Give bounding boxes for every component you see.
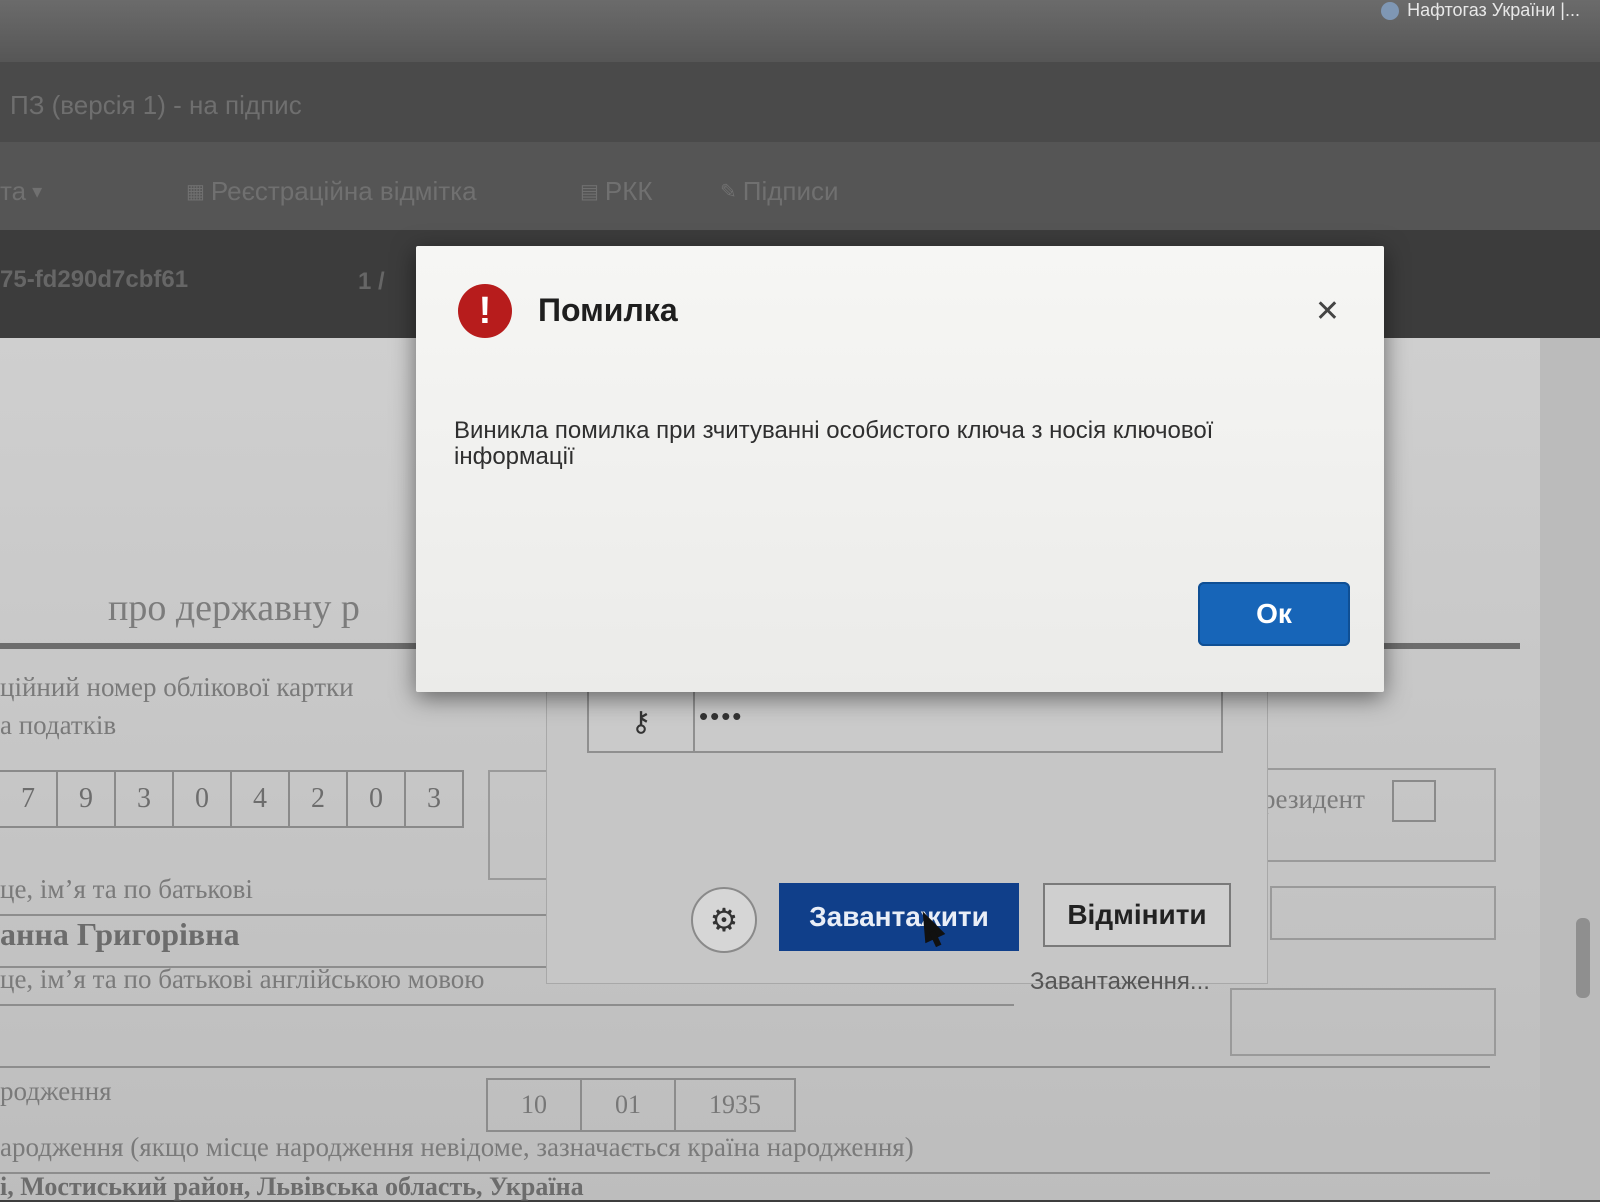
- full-name-value: анна Григорівна: [0, 916, 240, 952]
- toolbar-item-registration-mark[interactable]: ▦ Реєстраційна відмітка: [186, 176, 477, 207]
- error-message: Виникла помилка при зчитуванні особистог…: [454, 417, 1214, 470]
- document-id: 75-fd290d7cbf61: [0, 266, 189, 293]
- birth-year: 1935: [674, 1078, 796, 1132]
- tax-number-digits: 7 9 3 0 4 2 0 3: [0, 770, 464, 828]
- dialog-title: Помилка: [538, 292, 678, 328]
- app-titlebar: ПЗ (версія 1) - на підпис: [0, 62, 1600, 142]
- toolbar-item-0[interactable]: та ▾: [0, 176, 42, 207]
- toolbar-item-label: Підписи: [742, 176, 839, 206]
- toolbar-item-label: РКК: [604, 176, 653, 206]
- tax-digit: 3: [404, 770, 464, 828]
- toolbar-item-signatures[interactable]: ✎ Підписи: [720, 176, 839, 207]
- signature-icon: ✎: [720, 181, 737, 203]
- page-indicator: 1 /: [358, 268, 385, 295]
- ok-button[interactable]: Ок: [1198, 582, 1350, 646]
- toolbar-item-label: Реєстраційна відмітка: [210, 176, 477, 206]
- bookmark-label: Нафтогаз України |...: [1407, 0, 1580, 20]
- form-box: [488, 770, 552, 880]
- load-button[interactable]: Завантажити: [779, 883, 1019, 951]
- birth-day: 10: [486, 1078, 582, 1132]
- birthplace-value: і, Мостиський район, Львівська область, …: [0, 1172, 584, 1201]
- cancel-button[interactable]: Відмінити: [1043, 883, 1231, 947]
- tax-digit: 7: [0, 770, 58, 828]
- document-title: про державну р: [108, 587, 360, 629]
- tax-digit: 2: [288, 770, 348, 828]
- form-box: [1260, 768, 1496, 862]
- globe-icon: [1381, 1, 1400, 20]
- tax-number-label: ційний номер облікової картки: [0, 672, 354, 702]
- birth-month: 01: [580, 1078, 676, 1132]
- tax-number-label-cont: а податків: [0, 710, 117, 740]
- scrollbar-thumb[interactable]: [1576, 918, 1590, 998]
- key-file-button[interactable]: ⚷: [589, 691, 695, 751]
- key-icon: ⚷: [630, 705, 652, 737]
- tax-digit: 4: [230, 770, 290, 828]
- key-password-field[interactable]: ⚷ ••••: [587, 689, 1223, 753]
- toolbar-item-rkk[interactable]: ▤ РКК: [580, 176, 653, 207]
- chevron-down-icon: ▾: [32, 181, 43, 203]
- form-box: [1270, 886, 1496, 940]
- stamp-icon: ▦: [186, 181, 205, 203]
- full-name-en-label: це, ім’я та по батькові англійською мово…: [0, 964, 485, 994]
- error-icon: !: [458, 284, 512, 338]
- tax-digit: 3: [114, 770, 174, 828]
- toolbar-item-label: та: [0, 176, 27, 206]
- loading-status: Завантаження...: [1030, 968, 1210, 995]
- tax-digit: 0: [346, 770, 406, 828]
- password-input[interactable]: ••••: [699, 701, 743, 732]
- browser-bookmarks-bar: Нафтогаз України |...: [0, 0, 1600, 62]
- gear-icon: ⚙: [709, 902, 739, 938]
- document-toolbar: та ▾ ▦ Реєстраційна відмітка ▤ РКК ✎ Під…: [0, 142, 1600, 230]
- card-icon: ▤: [580, 181, 599, 203]
- scrollbar-track[interactable]: [1540, 338, 1600, 1200]
- birth-date-label: родження: [0, 1076, 112, 1106]
- settings-button[interactable]: ⚙: [691, 887, 757, 953]
- app-title: ПЗ (версія 1) - на підпис: [10, 90, 302, 120]
- underline: [0, 1066, 1490, 1068]
- close-icon[interactable]: ✕: [1315, 294, 1340, 329]
- birth-date: 10 01 1935: [486, 1078, 796, 1132]
- underline: [0, 1004, 1014, 1006]
- tax-digit: 9: [56, 770, 116, 828]
- bookmark-naftogaz[interactable]: Нафтогаз України |...: [1381, 0, 1580, 21]
- birthplace-label: ародження (якщо місце народження невідом…: [0, 1132, 914, 1162]
- tax-digit: 0: [172, 770, 232, 828]
- full-name-label: це, ім’я та по батькові: [0, 874, 253, 904]
- error-dialog: ! Помилка ✕ Виникла помилка при зчитуван…: [416, 246, 1384, 692]
- form-box: [1230, 988, 1496, 1056]
